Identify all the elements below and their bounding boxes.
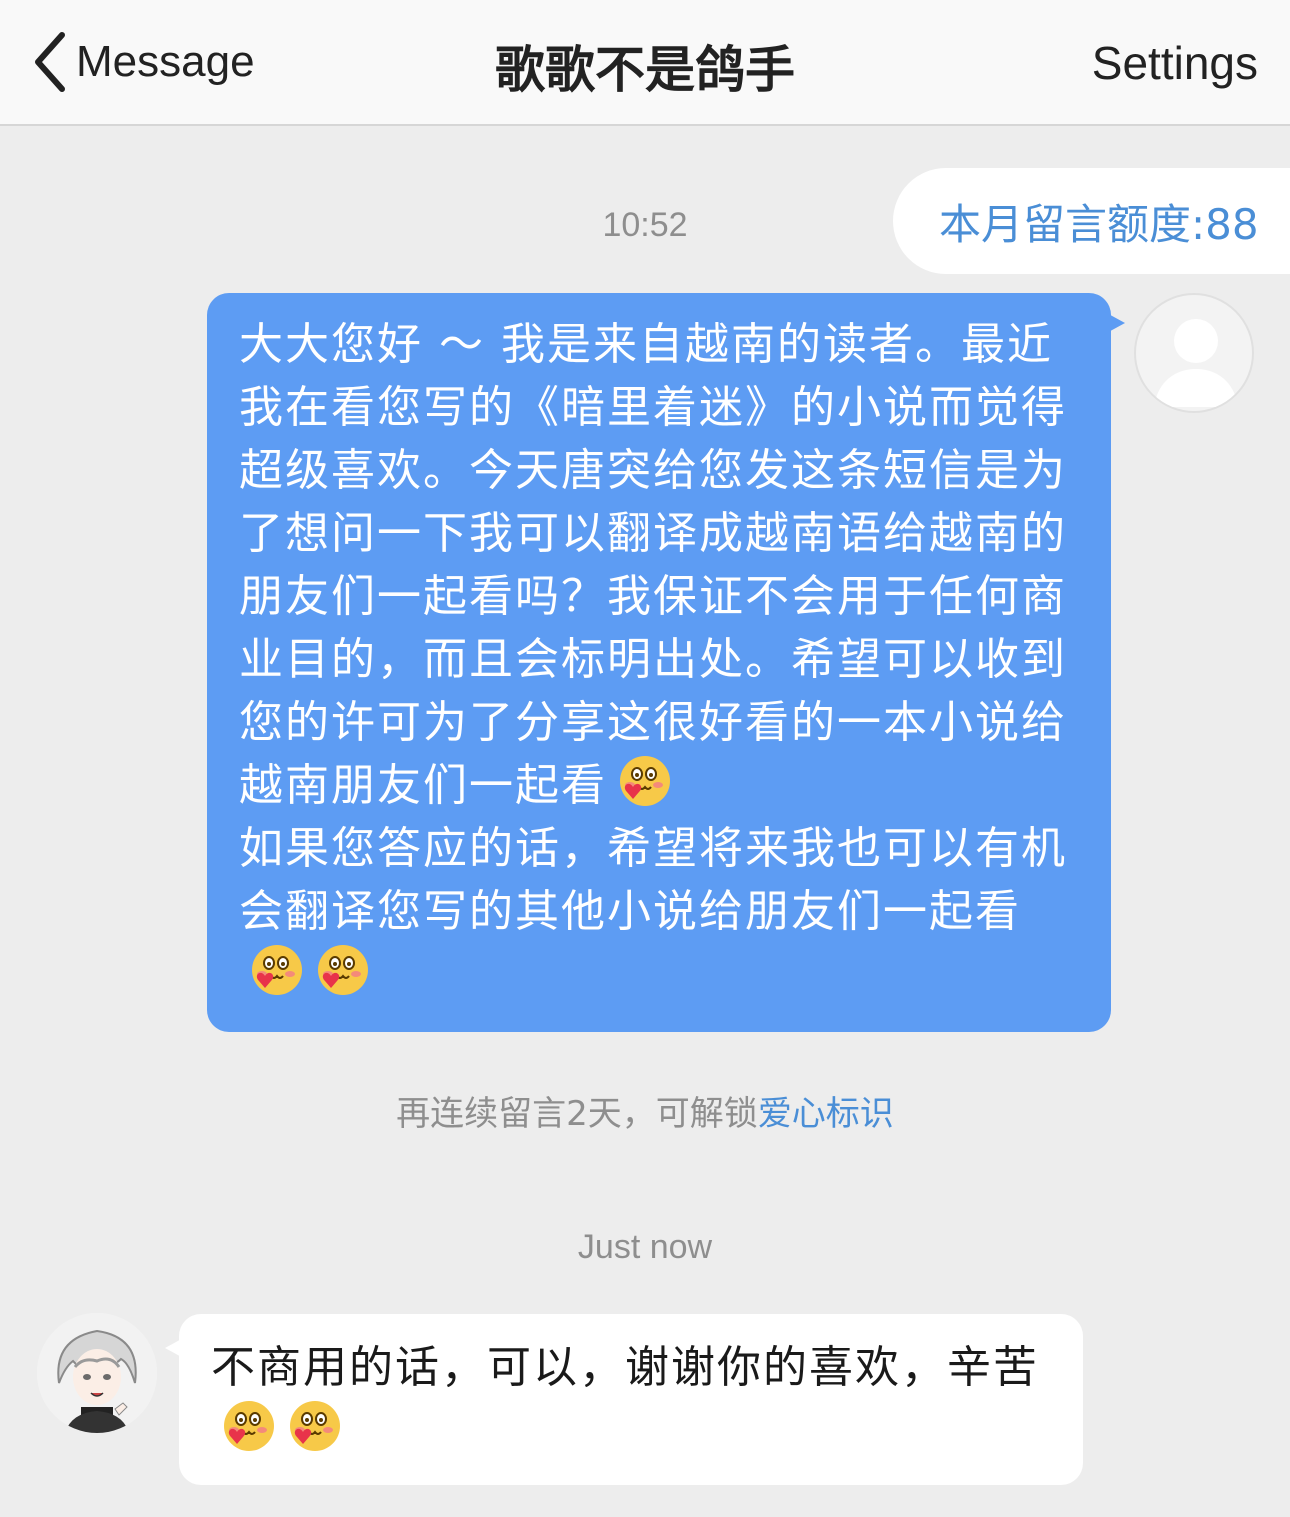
heart-badge-link[interactable]: 爱心标识 <box>758 1094 894 1134</box>
blush-heart-emoji-icon <box>224 1401 274 1451</box>
blush-heart-emoji-icon <box>290 1401 340 1451</box>
unlock-hint: 再连续留言2天，可解锁爱心标识 <box>0 1086 1290 1135</box>
anime-character-avatar <box>37 1313 157 1433</box>
blush-heart-emoji-icon <box>252 945 302 995</box>
contact-avatar[interactable] <box>37 1313 157 1433</box>
quota-text: 本月留言额度:88 <box>939 199 1259 249</box>
unlock-hint-text: 再连续留言2天，可解锁 <box>396 1094 758 1134</box>
chat-screen: Message 歌歌不是鸽手 Settings 本月留言额度:88 10:52 … <box>0 0 1290 1517</box>
message-text-continued: 如果您答应的话，希望将来我也可以有机会翻译您写的其他小说给朋友们一起看 <box>239 823 1067 937</box>
blush-heart-emoji-icon <box>620 756 670 806</box>
message-text: 大大您好 ～ 我是来自越南的读者。最近我在看您写的《暗里着迷》的小说而觉得超级喜… <box>239 319 1067 811</box>
message-quota-badge[interactable]: 本月留言额度:88 <box>893 168 1290 274</box>
nav-bar: Message 歌歌不是鸽手 Settings <box>0 0 1290 126</box>
conversation-title: 歌歌不是鸽手 <box>495 41 795 99</box>
back-button[interactable]: Message <box>30 24 255 100</box>
settings-button[interactable]: Settings <box>1092 36 1258 90</box>
message-timestamp: Just now <box>577 1228 713 1266</box>
outgoing-message-bubble[interactable]: 大大您好 ～ 我是来自越南的读者。最近我在看您写的《暗里着迷》的小说而觉得超级喜… <box>207 293 1125 1032</box>
chevron-left-icon <box>35 32 65 92</box>
message-text: 不商用的话，可以，谢谢你的喜欢，辛苦 <box>211 1342 1039 1393</box>
back-label: Message <box>76 37 255 86</box>
blush-heart-emoji-icon <box>318 945 368 995</box>
incoming-message-bubble[interactable]: 不商用的话，可以，谢谢你的喜欢，辛苦 <box>165 1314 1083 1485</box>
my-avatar[interactable] <box>1134 293 1254 413</box>
default-person-icon <box>1154 319 1238 407</box>
message-timestamp: 10:52 <box>602 206 688 244</box>
